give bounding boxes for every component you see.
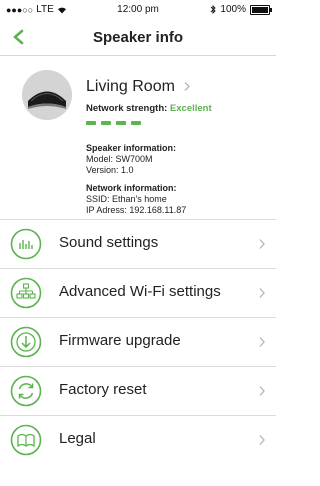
network-information: Network information: SSID: Ethan's home … — [86, 183, 186, 216]
download-icon — [10, 326, 42, 358]
chevron-right-icon — [259, 435, 265, 445]
network-strength: Network strength: Excellent — [86, 103, 212, 114]
menu-item-firmware-upgrade[interactable]: Firmware upgrade — [0, 318, 276, 366]
menu-label: Advanced Wi-Fi settings — [59, 283, 221, 300]
bluetooth-icon — [211, 5, 217, 14]
chevron-right-icon — [259, 239, 265, 249]
speaker-image — [22, 70, 72, 120]
menu-item-legal[interactable]: Legal — [0, 416, 276, 464]
speaker-version: Version: 1.0 — [86, 165, 134, 175]
chevron-right-icon — [259, 337, 265, 347]
menu-item-factory-reset[interactable]: Factory reset — [0, 367, 276, 415]
battery-icon — [250, 4, 272, 15]
battery-percent: 100% — [220, 4, 246, 15]
menu-label: Sound settings — [59, 234, 159, 251]
status-right: 100% — [210, 4, 272, 15]
network-strength-label: Network strength: — [86, 103, 168, 114]
speaker-info-heading: Speaker information: — [86, 143, 177, 153]
book-icon — [10, 424, 42, 456]
network-strength-value: Excellent — [169, 103, 212, 114]
menu-label: Firmware upgrade — [59, 332, 181, 349]
menu-item-sound-settings[interactable]: Sound settings — [0, 220, 276, 268]
strength-bar — [131, 121, 141, 125]
speaker-name[interactable]: Living Room — [86, 78, 175, 96]
chevron-right-icon[interactable] — [183, 81, 191, 92]
nav-bar: Speaker info — [0, 22, 276, 52]
network-icon — [10, 277, 42, 309]
strength-bar — [116, 121, 126, 125]
page-title: Speaker info — [92, 29, 184, 46]
speaker-icon — [22, 70, 72, 120]
network-ip: IP Adress: 192.168.11.87 — [86, 205, 187, 215]
menu-label: Legal — [59, 430, 96, 447]
strength-bar — [101, 121, 111, 125]
strength-bar — [86, 121, 96, 125]
equalizer-icon — [10, 228, 42, 260]
chevron-right-icon — [259, 386, 265, 396]
status-bar: ●●●○○ LTE 12:00 pm 100% — [0, 0, 276, 20]
speaker-model: Model: SW700M — [86, 154, 153, 164]
refresh-icon — [10, 375, 42, 407]
menu-item-advanced-wifi-settings[interactable]: Advanced Wi-Fi settings — [0, 269, 276, 317]
network-strength-bars — [86, 121, 141, 125]
menu-label: Factory reset — [59, 381, 147, 398]
network-info-heading: Network information: — [86, 183, 177, 193]
network-ssid: SSID: Ethan's home — [86, 194, 167, 204]
chevron-right-icon — [259, 288, 265, 298]
speaker-information: Speaker information: Model: SW700M Versi… — [86, 143, 176, 176]
